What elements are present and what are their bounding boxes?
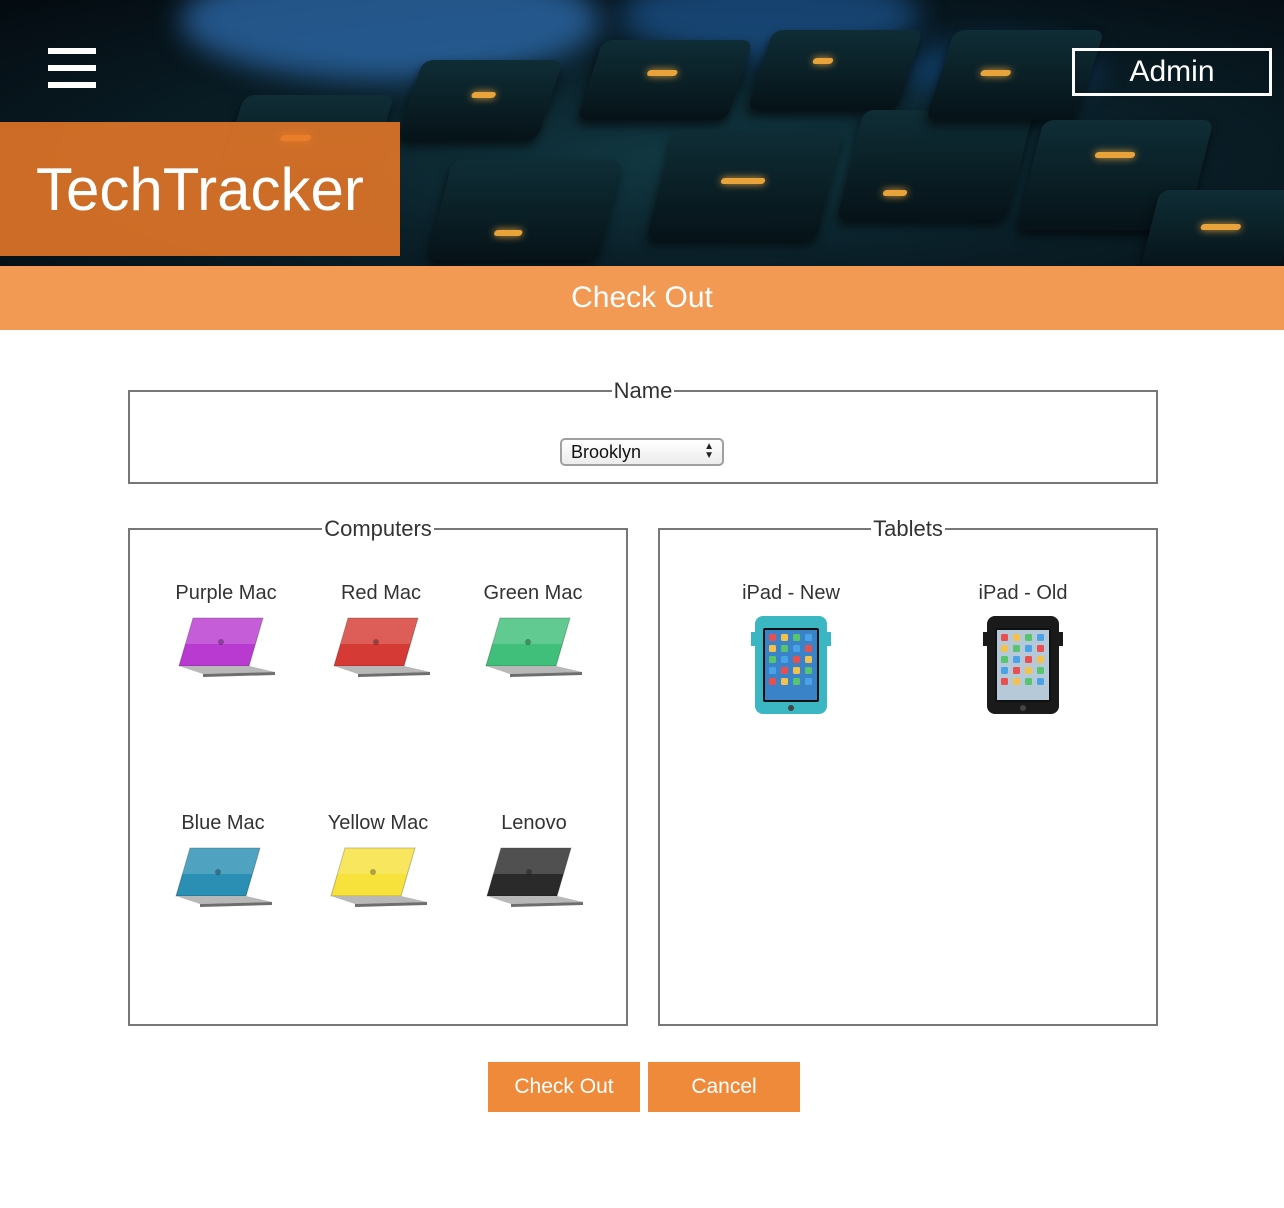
computer-item[interactable]: Green Mac	[458, 582, 608, 680]
admin-button[interactable]: Admin	[1072, 48, 1272, 96]
laptop-icon	[306, 614, 456, 680]
computer-label: Green Mac	[483, 582, 583, 604]
select-arrows-icon: ▲ ▼	[704, 441, 714, 461]
laptop-icon	[148, 844, 298, 910]
computers-legend: Computers	[324, 516, 432, 541]
tablet-label: iPad - Old	[978, 582, 1068, 604]
tablet-icon	[716, 614, 866, 718]
tablets-legend: Tablets	[873, 516, 943, 541]
name-fieldset: Name Brooklyn ▲ ▼	[128, 378, 1158, 484]
hamburger-menu-icon[interactable]	[48, 48, 96, 88]
tablet-item[interactable]: iPad - New	[716, 582, 866, 718]
tablet-icon	[948, 614, 1098, 718]
computer-label: Blue Mac	[181, 812, 265, 834]
laptop-icon	[458, 614, 608, 680]
computer-label: Red Mac	[340, 582, 422, 604]
brand-title: TechTracker	[0, 122, 400, 256]
tablet-item[interactable]: iPad - Old	[948, 582, 1098, 718]
computer-label: Yellow Mac	[327, 812, 429, 834]
name-select-value: Brooklyn	[571, 441, 642, 462]
laptop-icon	[459, 844, 609, 910]
laptop-icon	[303, 844, 453, 910]
check-out-button[interactable]: Check Out	[488, 1062, 640, 1112]
computer-item[interactable]: Purple Mac	[151, 582, 301, 680]
cancel-button[interactable]: Cancel	[648, 1062, 800, 1112]
tablet-label: iPad - New	[742, 582, 840, 604]
computer-item[interactable]: Blue Mac	[148, 812, 298, 910]
computer-label: Lenovo	[501, 812, 567, 834]
computer-item[interactable]: Red Mac	[306, 582, 456, 680]
computer-item[interactable]: Yellow Mac	[303, 812, 453, 910]
header-banner: Admin TechTracker	[0, 0, 1284, 266]
name-legend: Name	[613, 378, 673, 403]
name-select[interactable]: Brooklyn ▲ ▼	[560, 438, 724, 466]
page-title: Check Out	[0, 266, 1284, 330]
laptop-icon	[151, 614, 301, 680]
computer-item[interactable]: Lenovo	[459, 812, 609, 910]
computer-label: Purple Mac	[175, 582, 277, 604]
